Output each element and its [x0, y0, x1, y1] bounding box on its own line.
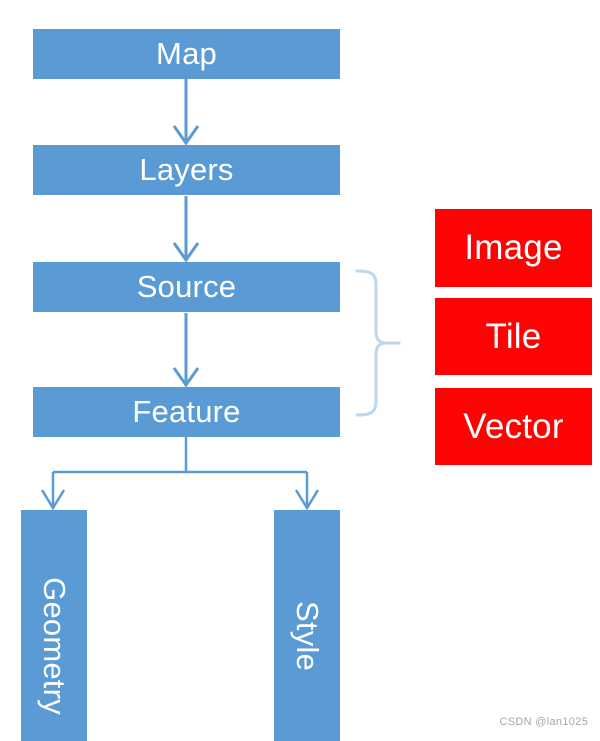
diagram-canvas: Map Layers Source Feature Geometry Style… [0, 0, 600, 741]
node-feature[interactable]: Feature [33, 387, 340, 437]
node-source[interactable]: Source [33, 262, 340, 312]
node-vector[interactable]: Vector [435, 388, 592, 465]
node-tile[interactable]: Tile [435, 298, 592, 375]
node-geometry-label: Geometry [37, 576, 73, 715]
node-layers[interactable]: Layers [33, 145, 340, 195]
node-feature-label: Feature [132, 394, 241, 429]
node-geometry[interactable]: Geometry [21, 510, 87, 741]
node-image-label: Image [464, 228, 563, 267]
node-image[interactable]: Image [435, 209, 592, 287]
node-vector-label: Vector [463, 406, 564, 446]
connector-map-to-layers [172, 79, 200, 146]
node-tile-label: Tile [485, 316, 542, 356]
node-map[interactable]: Map [33, 29, 340, 79]
watermark: CSDN @lan1025 [499, 716, 588, 728]
source-feature-brace-icon [355, 269, 401, 417]
connector-feature-to-leaves [40, 437, 320, 511]
connector-layers-to-source [172, 196, 200, 263]
connector-source-to-feature [172, 313, 200, 388]
node-style[interactable]: Style [274, 510, 340, 741]
node-map-label: Map [156, 36, 217, 71]
node-source-label: Source [136, 269, 237, 304]
node-style-label: Style [290, 600, 326, 671]
node-layers-label: Layers [139, 152, 234, 187]
